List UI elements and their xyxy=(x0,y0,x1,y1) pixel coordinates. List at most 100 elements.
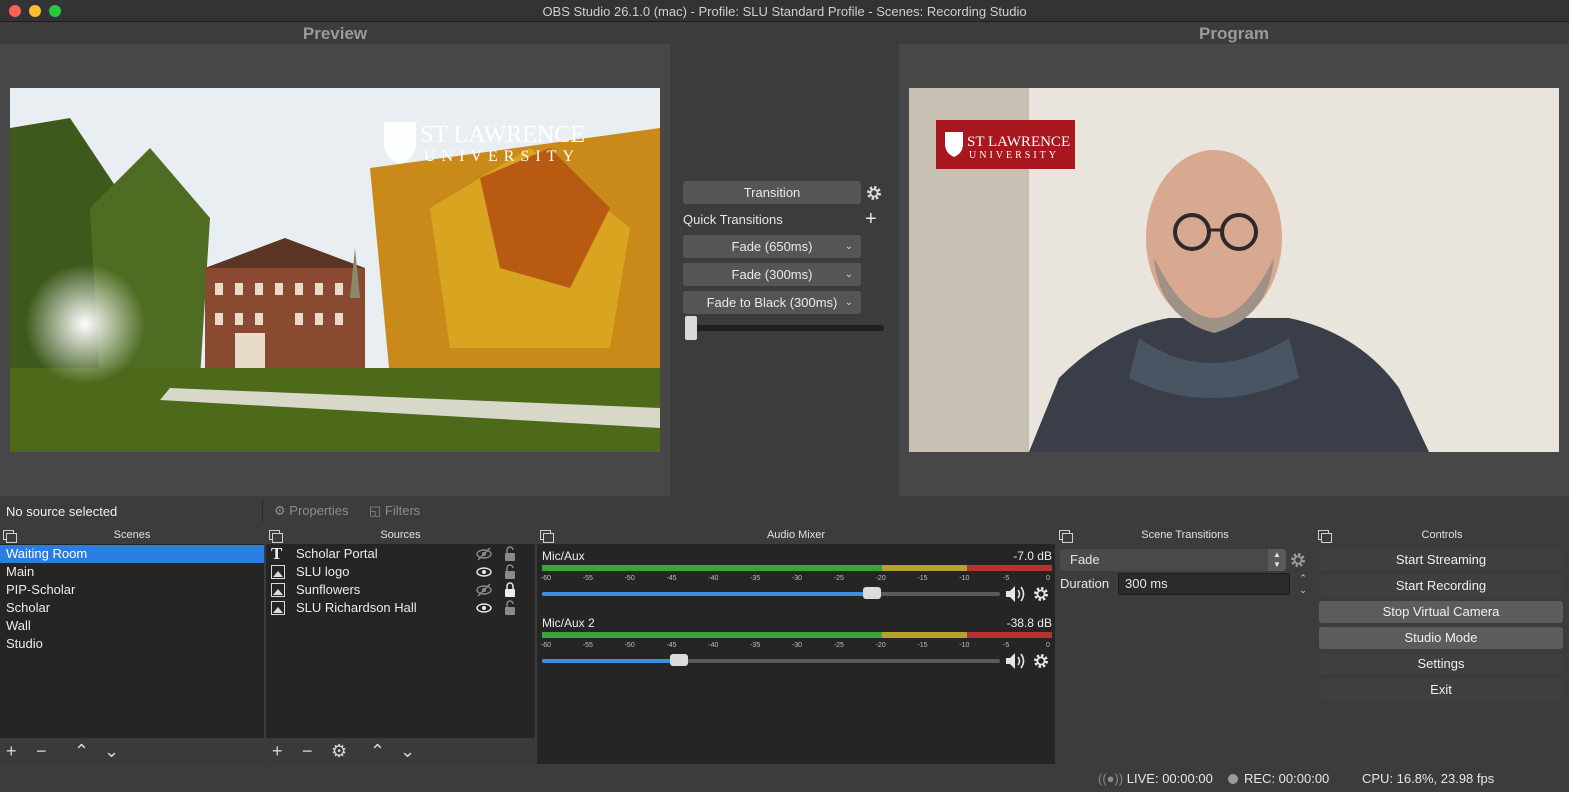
scene-item[interactable]: Wall xyxy=(0,617,264,635)
audio-mixer-dock: Audio Mixer Mic/Aux -7.0 dB -60 -55 -50 -45 -4… xyxy=(537,526,1055,764)
window-title: OBS Studio 26.1.0 (mac) - Profile: SLU S… xyxy=(542,4,1027,19)
preview-logo-line2: UNIVERSITY xyxy=(424,148,580,165)
gear-icon[interactable] xyxy=(865,184,883,202)
duration-field[interactable]: 300 ms xyxy=(1118,573,1290,595)
move-up-icon[interactable]: ⌃ xyxy=(74,741,89,761)
undock-icon[interactable] xyxy=(1059,530,1073,543)
volume-slider[interactable] xyxy=(542,654,1000,666)
transition-select[interactable]: Fade ▲ ▼ xyxy=(1060,549,1286,571)
eye-hidden-icon[interactable] xyxy=(476,546,492,562)
t-bar-handle[interactable] xyxy=(685,316,697,340)
meter-segment xyxy=(966,565,1052,571)
eye-hidden-icon[interactable] xyxy=(476,582,492,598)
meter-segment xyxy=(542,565,882,571)
live-time: LIVE: 00:00:00 xyxy=(1126,771,1213,786)
gear-icon[interactable] xyxy=(1032,652,1050,670)
scene-item[interactable]: Waiting Room xyxy=(0,545,264,563)
move-down-icon[interactable]: ⌄ xyxy=(104,741,119,761)
volume-meter xyxy=(542,632,1052,638)
tick-label: -15 xyxy=(917,642,928,649)
quick-transition-1[interactable]: Fade (650ms) ⌄ xyxy=(683,235,861,258)
source-item[interactable]: Sunflowers xyxy=(266,581,535,599)
scene-item[interactable]: PIP-Scholar xyxy=(0,581,264,599)
record-dot-icon xyxy=(1228,774,1238,784)
properties-label: Properties xyxy=(289,503,349,518)
source-name: SLU Richardson Hall xyxy=(296,600,417,615)
transition-select-value: Fade xyxy=(1070,552,1100,567)
undock-icon[interactable] xyxy=(3,530,17,543)
start-streaming-button[interactable]: Start Streaming xyxy=(1319,549,1563,571)
rec-time: REC: 00:00:00 xyxy=(1244,771,1330,786)
studio-mode-button[interactable]: Studio Mode xyxy=(1319,627,1563,649)
eye-icon[interactable] xyxy=(476,600,492,616)
program-pane[interactable]: ST LAWRENCE UNIVERSITY xyxy=(899,44,1569,496)
t-bar-slider[interactable] xyxy=(685,316,884,340)
tick-label: -5 xyxy=(1003,575,1010,582)
quick-transition-3[interactable]: Fade to Black (300ms) ⌄ xyxy=(683,291,861,314)
meter-segment xyxy=(966,632,1052,638)
preview-canvas[interactable]: ST LAWRENCE UNIVERSITY xyxy=(10,88,660,452)
filters-button[interactable]: ◱ Filters xyxy=(369,503,420,519)
tick-label: -50 xyxy=(624,642,635,649)
add-scene-icon[interactable]: + xyxy=(6,741,17,761)
program-canvas[interactable]: ST LAWRENCE UNIVERSITY xyxy=(909,88,1559,452)
controls-header: Controls xyxy=(1315,526,1569,544)
quick-transition-label: Fade to Black (300ms) xyxy=(706,295,838,310)
meter-segment xyxy=(881,565,967,571)
remove-scene-icon[interactable]: − xyxy=(36,741,47,761)
unlock-icon[interactable] xyxy=(504,564,516,580)
source-status: No source selected xyxy=(6,504,118,519)
tick-label: -5 xyxy=(1003,642,1010,649)
remove-source-icon[interactable]: − xyxy=(302,741,313,761)
source-item[interactable]: T Scholar Portal xyxy=(266,545,535,563)
scene-item[interactable]: Studio xyxy=(0,635,264,653)
gear-icon[interactable]: ⚙ xyxy=(331,741,347,761)
channel-name: Mic/Aux 2 xyxy=(542,616,595,630)
settings-button[interactable]: Settings xyxy=(1319,653,1563,675)
status-bar: ((●)) LIVE: 00:00:00 REC: 00:00:00 CPU: … xyxy=(0,764,1569,792)
add-source-icon[interactable]: + xyxy=(272,741,283,761)
tick-label: -35 xyxy=(750,575,761,582)
quick-transition-2[interactable]: Fade (300ms) ⌄ xyxy=(683,263,861,286)
quick-transition-label: Fade (650ms) xyxy=(731,239,813,254)
gear-icon[interactable] xyxy=(1032,585,1050,603)
undock-icon[interactable] xyxy=(1318,530,1332,543)
gear-icon: ⚙ xyxy=(274,503,286,518)
speaker-icon[interactable] xyxy=(1004,584,1026,604)
volume-knob[interactable] xyxy=(862,587,881,599)
start-recording-button[interactable]: Start Recording xyxy=(1319,575,1563,597)
duration-stepper[interactable]: ⌃ ⌄ xyxy=(1296,572,1310,596)
properties-button[interactable]: ⚙ Properties xyxy=(274,503,349,519)
volume-slider[interactable] xyxy=(542,587,1000,599)
eye-icon[interactable] xyxy=(476,564,492,580)
undock-icon[interactable] xyxy=(269,530,283,543)
tick-label: -60 xyxy=(540,642,552,649)
scenes-title: Scenes xyxy=(113,529,151,541)
scene-item[interactable]: Scholar xyxy=(0,599,264,617)
sources-toolbar: + − ⚙ ⌃ ⌄ xyxy=(266,738,535,764)
undock-icon[interactable] xyxy=(540,530,554,543)
meter-segment xyxy=(542,632,882,638)
volume-knob[interactable] xyxy=(670,654,689,666)
transition-button[interactable]: Transition xyxy=(683,181,861,204)
exit-button[interactable]: Exit xyxy=(1319,679,1563,701)
add-quick-transition-icon[interactable]: + xyxy=(865,209,877,229)
move-down-icon[interactable]: ⌄ xyxy=(400,741,415,761)
tick-label: -10 xyxy=(959,642,970,649)
preview-pane[interactable]: ST LAWRENCE UNIVERSITY xyxy=(0,44,670,496)
volume-fill xyxy=(542,592,872,596)
chevron-down-icon: ⌄ xyxy=(844,241,853,252)
tick-label: -55 xyxy=(582,575,593,582)
source-item[interactable]: SLU logo xyxy=(266,563,535,581)
lock-icon[interactable] xyxy=(504,582,516,598)
speaker-icon[interactable] xyxy=(1004,651,1026,671)
gear-icon[interactable] xyxy=(1289,551,1307,569)
unlock-icon[interactable] xyxy=(504,600,516,616)
unlock-icon[interactable] xyxy=(504,546,516,562)
tick-label: -25 xyxy=(833,642,844,649)
stop-virtual-camera-button[interactable]: Stop Virtual Camera xyxy=(1319,601,1563,623)
move-up-icon[interactable]: ⌃ xyxy=(370,741,385,761)
scene-item[interactable]: Main xyxy=(0,563,264,581)
source-item[interactable]: SLU Richardson Hall xyxy=(266,599,535,617)
meter-ticks: -60 -55 -50 -45 -40 -35 -30 -25 -20 -15 -10 -5 0 xyxy=(540,640,1052,652)
